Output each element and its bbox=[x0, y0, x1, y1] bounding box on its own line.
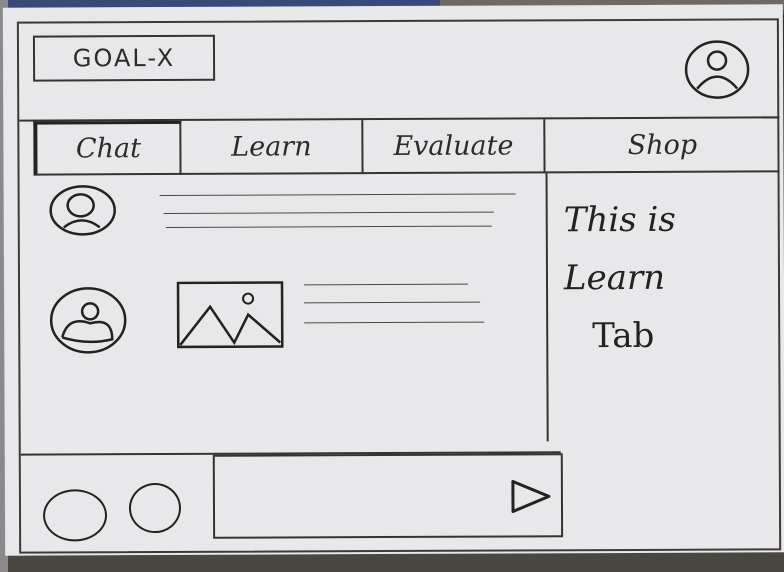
send-icon[interactable] bbox=[507, 477, 555, 515]
learn-tab-note: This is Learn Tab bbox=[564, 190, 765, 365]
wireframe-sheet: GOAL-X Chat Learn Evaluate Shop This is … bbox=[2, 4, 784, 556]
note-line-2: Learn bbox=[563, 257, 666, 299]
user-profile-icon[interactable] bbox=[683, 38, 751, 100]
tab-chat[interactable]: Chat bbox=[33, 120, 182, 176]
image-placeholder-icon bbox=[176, 281, 284, 349]
tab-learn[interactable]: Learn bbox=[181, 120, 364, 175]
user-avatar-icon bbox=[49, 185, 116, 236]
emoji-button[interactable] bbox=[128, 482, 182, 534]
attachment-button[interactable] bbox=[42, 489, 108, 542]
tab-shop[interactable]: Shop bbox=[545, 118, 780, 174]
note-line-1: This is bbox=[563, 199, 676, 241]
user-avatar-icon bbox=[49, 287, 127, 354]
tab-evaluate[interactable]: Evaluate bbox=[363, 119, 546, 175]
app-logo[interactable]: GOAL-X bbox=[32, 34, 216, 82]
note-line-3: Tab bbox=[592, 315, 655, 357]
